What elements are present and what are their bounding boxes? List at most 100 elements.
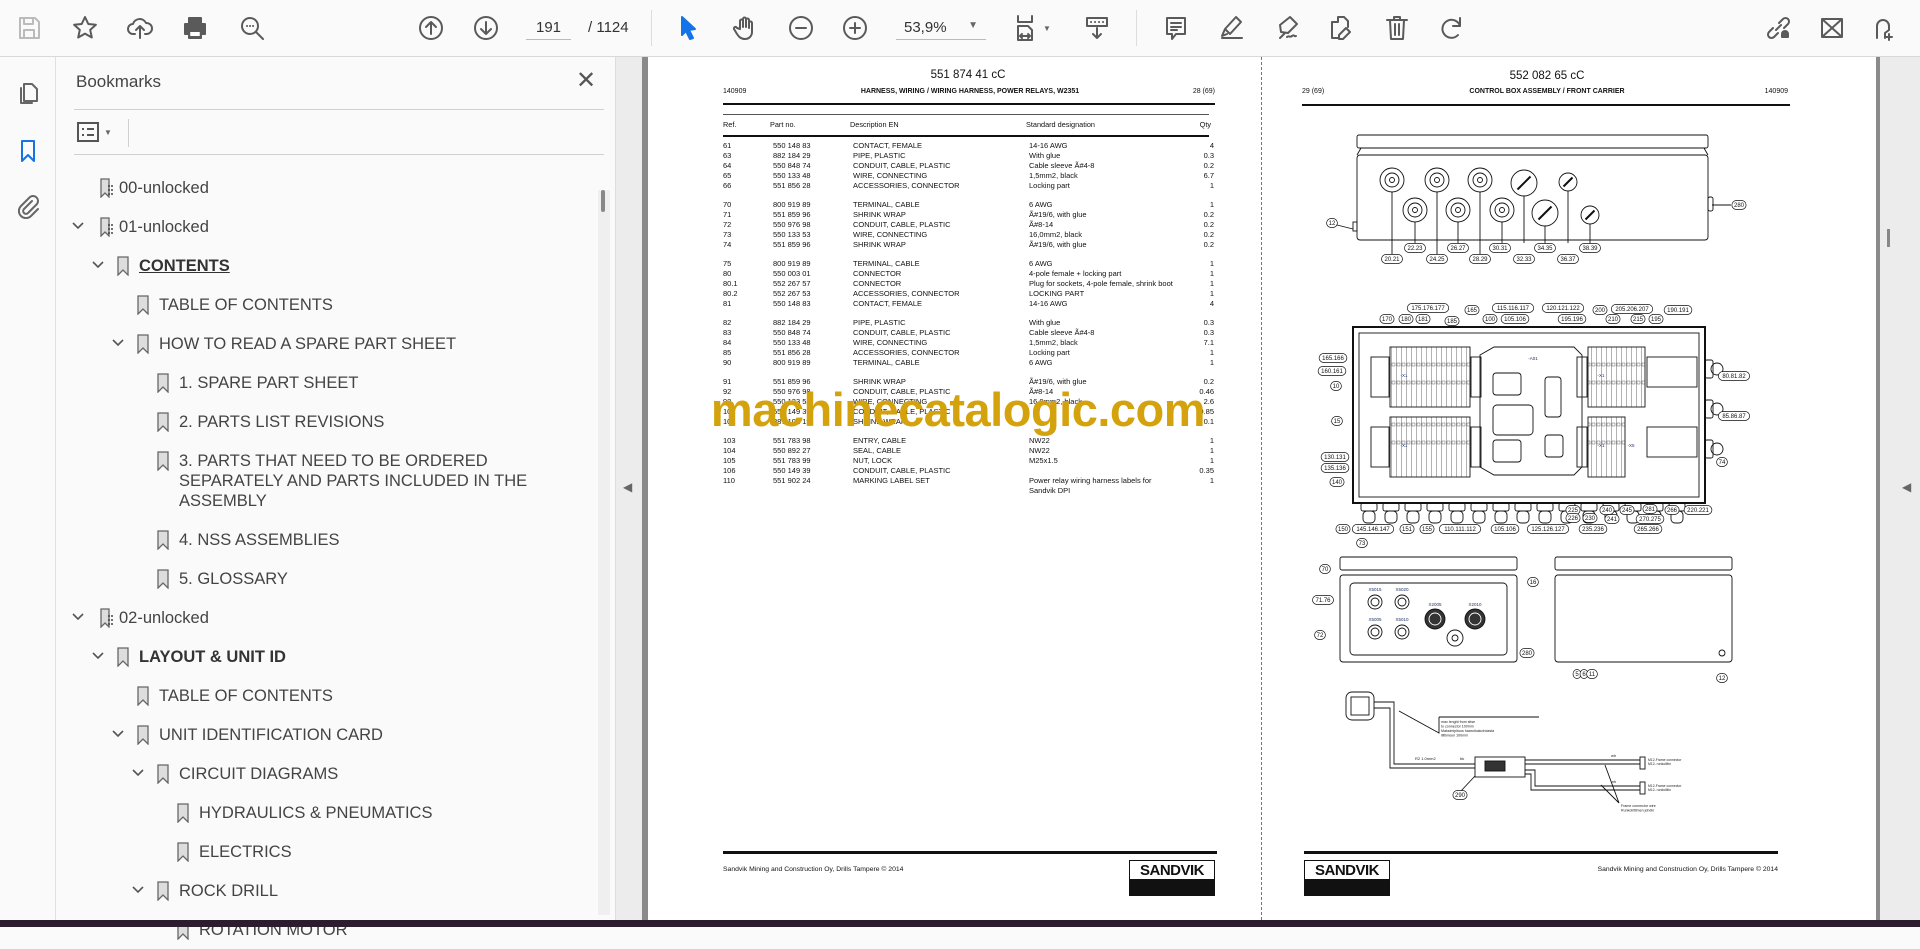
bookmark-item[interactable]: 4. NSS ASSEMBLIES: [56, 520, 591, 559]
diagram-shape: [1646, 356, 1698, 388]
diagram-shape: [1492, 439, 1522, 463]
add-user-button[interactable]: [1867, 12, 1899, 44]
bookmark-item[interactable]: 01-unlocked: [56, 207, 591, 246]
bookmark-item[interactable]: 02-unlocked: [56, 598, 591, 637]
bookmark-item[interactable]: 2. PARTS LIST REVISIONS: [56, 402, 591, 441]
bookmarks-panel-button[interactable]: [12, 135, 44, 167]
previous-page-button[interactable]: [415, 12, 447, 44]
callout-label: 16: [1530, 580, 1537, 586]
zoom-level-dropdown[interactable]: 53,9% ▼: [896, 16, 986, 40]
bookmark-item[interactable]: TABLE OF CONTENTS: [56, 285, 591, 324]
callout-label: 10: [1333, 384, 1340, 390]
bookmark-item[interactable]: CIRCUIT DIAGRAMS: [56, 754, 591, 793]
attachments-button[interactable]: [12, 190, 44, 222]
bookmark-item[interactable]: ELECTRICS: [56, 832, 591, 871]
scroll-mode-button[interactable]: [1081, 12, 1113, 44]
hand-tool-button[interactable]: [729, 12, 761, 44]
callout: 180: [1398, 314, 1414, 324]
bookmark-star-button[interactable]: [69, 12, 101, 44]
email-button[interactable]: [1816, 12, 1848, 44]
chevron-down-icon[interactable]: [71, 610, 85, 624]
page-number-input[interactable]: [526, 16, 571, 40]
callout-label: 215: [1633, 317, 1644, 323]
callout: 73: [1356, 538, 1368, 548]
callout-label: 266: [1667, 508, 1678, 514]
cable-gland: [1379, 167, 1405, 193]
zoom-out-icon: [789, 16, 813, 40]
share-link-button[interactable]: [1762, 12, 1794, 44]
save-button[interactable]: [13, 12, 45, 44]
callout-label: 24.25: [1429, 257, 1445, 263]
bookmarks-scrollbar-thumb[interactable]: [601, 190, 605, 212]
chevron-down-icon[interactable]: [131, 883, 145, 897]
connector-label: -X1: [1597, 443, 1605, 448]
main-toolbar: / 1124 53,9% ▼ ▼: [0, 0, 1920, 57]
cell-part-no: 550 133 53: [773, 230, 811, 239]
cell-ref: 72: [723, 220, 732, 229]
fill-sign-icon: [1331, 16, 1351, 40]
table-row: 80.1 552 267 57 CONNECTOR Plug for sockets,…: [648, 279, 1261, 289]
toolbar-divider: [1136, 10, 1137, 46]
cell-part-no: 800 919 89: [773, 259, 811, 268]
bookmark-item[interactable]: HOW TO READ A SPARE PART SHEET: [56, 324, 591, 363]
upload-button[interactable]: [124, 12, 156, 44]
bookmark-options-button[interactable]: ▼: [76, 119, 120, 145]
zoom-level-value: 53,9%: [904, 19, 947, 36]
doc-number: 551 874 41 cC: [930, 69, 1006, 81]
bookmark-item[interactable]: 5. GLOSSARY: [56, 559, 591, 598]
chevron-down-icon[interactable]: [111, 727, 125, 741]
diagram-shape: [1562, 176, 1574, 188]
highlight-button[interactable]: [1216, 12, 1248, 44]
print-button[interactable]: [179, 12, 211, 44]
bookmark-item[interactable]: 00-unlocked: [56, 168, 591, 207]
document-scrollbar-thumb[interactable]: [1887, 229, 1890, 247]
cell-qty: 1: [1209, 358, 1214, 367]
delete-button[interactable]: [1381, 12, 1413, 44]
header-rule: [723, 103, 1215, 105]
fill-sign-button[interactable]: [1324, 12, 1356, 44]
bookmark-item[interactable]: ROTATION MOTOR: [56, 910, 591, 949]
collapse-panel-strip[interactable]: ◀: [615, 57, 642, 920]
cell-standard-designation: Cable sleeve Ã#4-8: [1029, 328, 1095, 337]
bookmark-item[interactable]: UNIT IDENTIFICATION CARD: [56, 715, 591, 754]
callout: 280: [1731, 200, 1747, 210]
cell-part-no: 551 859 96: [773, 240, 811, 249]
bookmark-item[interactable]: 1. SPARE PART SHEET: [56, 363, 591, 402]
page-fit-button[interactable]: [1010, 12, 1042, 44]
close-panel-button[interactable]: ✕: [576, 69, 596, 93]
zoom-out-button[interactable]: [785, 12, 817, 44]
chevron-down-icon[interactable]: [111, 336, 125, 350]
callout-label: 12: [1719, 676, 1726, 682]
diagram-shape: [1429, 172, 1445, 188]
chevron-down-icon[interactable]: [91, 258, 105, 272]
page-fit-dropdown[interactable]: ▼: [1040, 12, 1054, 44]
rotate-button[interactable]: [1436, 12, 1468, 44]
chevron-down-icon[interactable]: [91, 649, 105, 663]
bookmark-item[interactable]: HYDRAULICS & PNEUMATICS: [56, 793, 591, 832]
page-thumbnails-button[interactable]: [12, 77, 44, 109]
chevron-down-icon[interactable]: [131, 766, 145, 780]
diagram-shape: [1600, 764, 1620, 804]
cell-standard-designation: 14-16 AWG: [1029, 141, 1068, 150]
bookmark-item[interactable]: TABLE OF CONTENTS: [56, 676, 591, 715]
bookmark-item[interactable]: 3. PARTS THAT NEED TO BE ORDERED SEPARAT…: [56, 441, 591, 520]
callout: 281: [1642, 504, 1658, 514]
bookmark-item[interactable]: CONTENTS: [56, 246, 591, 285]
chevron-down-icon[interactable]: [71, 219, 85, 233]
bookmarks-scrollbar[interactable]: [598, 190, 610, 915]
right-panel-strip[interactable]: ◀: [1880, 57, 1920, 920]
bookmark-item[interactable]: ROCK DRILL: [56, 871, 591, 910]
callout: 20.21: [1381, 254, 1403, 264]
sign-button[interactable]: [1272, 12, 1304, 44]
box-body: [1356, 154, 1709, 241]
cell-description: ACCESSORIES, CONNECTOR: [853, 348, 960, 357]
comment-button[interactable]: [1160, 12, 1192, 44]
find-button[interactable]: [236, 12, 268, 44]
select-tool-button[interactable]: [672, 12, 704, 44]
zoom-in-button[interactable]: [839, 12, 871, 44]
next-page-button[interactable]: [470, 12, 502, 44]
table-row: 61 550 148 83 CONTACT, FEMALE 14-16 AWG 4: [648, 141, 1261, 151]
cell-qty: 1: [1209, 436, 1214, 445]
bookmark-item[interactable]: LAYOUT & UNIT ID: [56, 637, 591, 676]
table-row: 64 550 848 74 CONDUIT, CABLE, PLASTIC Cable…: [648, 161, 1261, 171]
